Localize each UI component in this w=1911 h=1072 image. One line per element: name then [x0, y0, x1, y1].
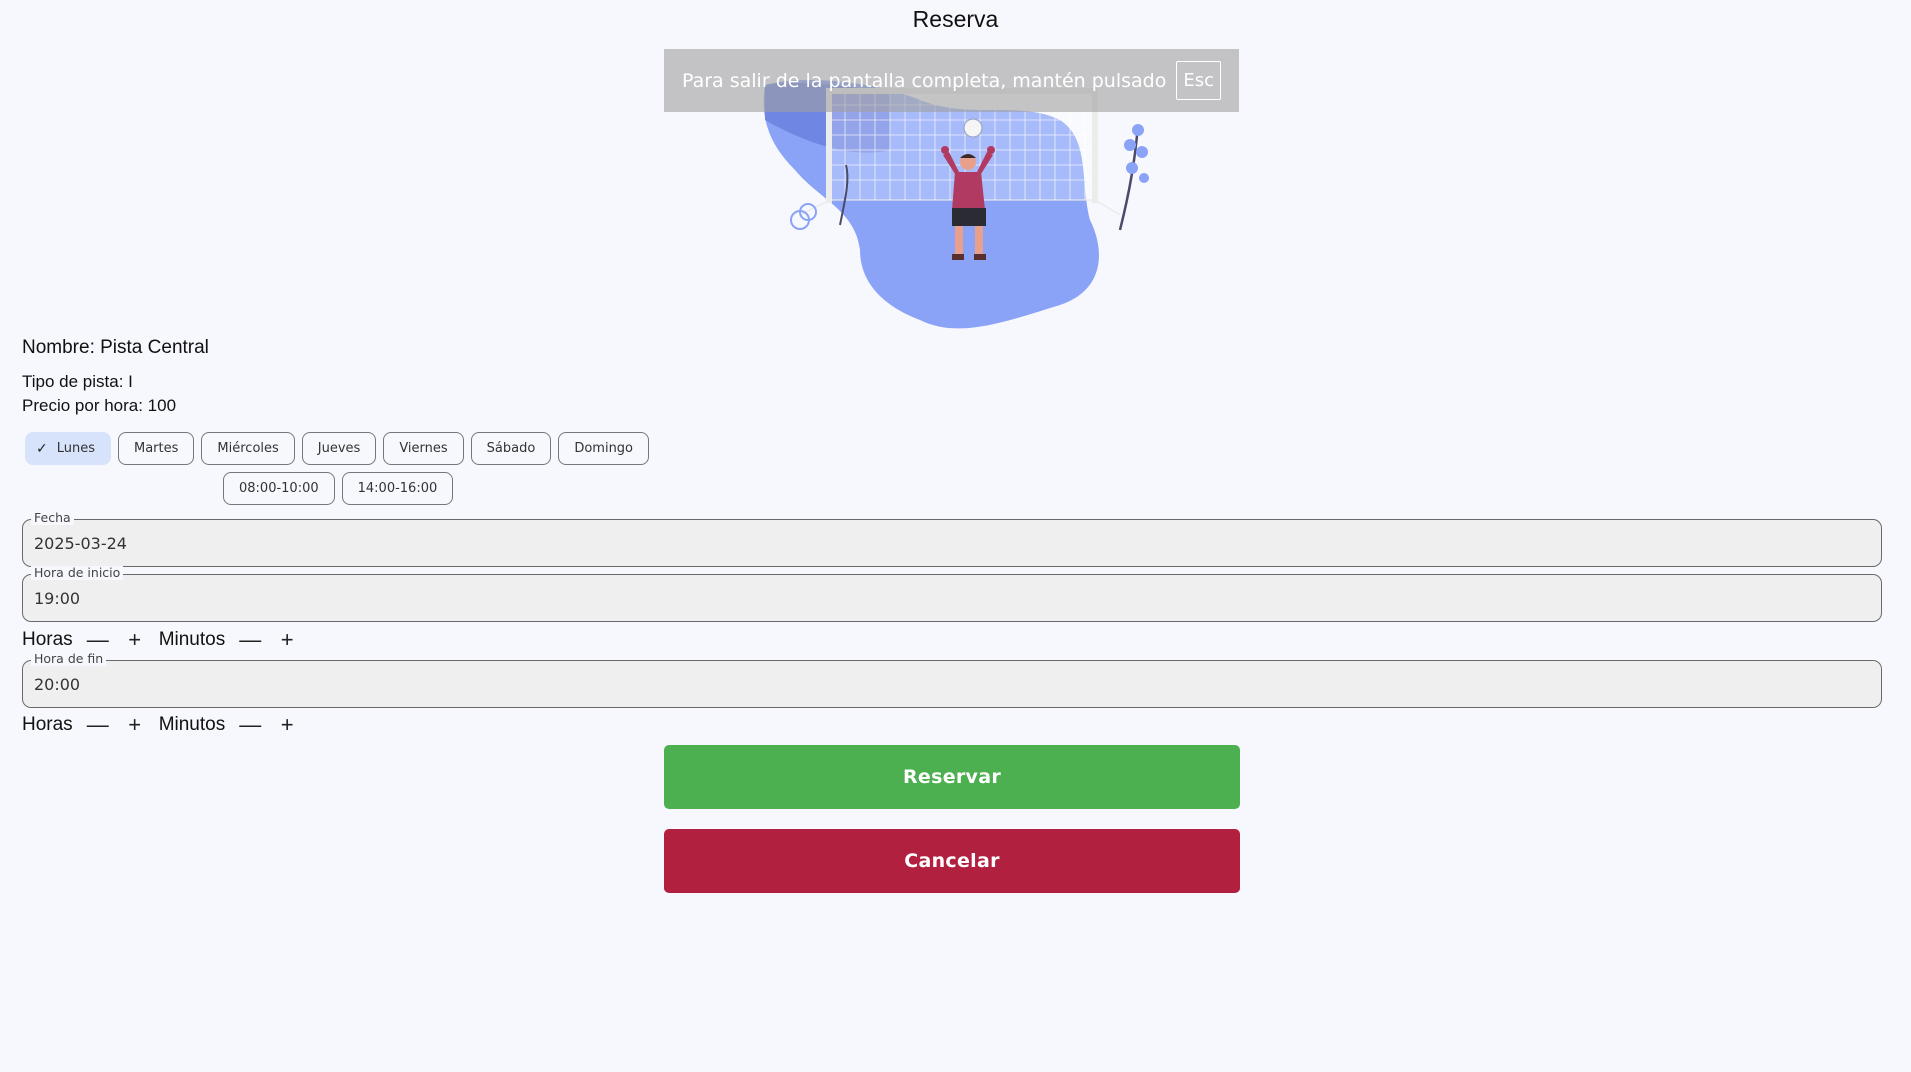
time-slot-label: 08:00-10:00 — [239, 481, 319, 496]
day-chip-label: Lunes — [56, 441, 95, 456]
end-hours-increment-button[interactable]: + — [122, 712, 148, 738]
minutes-label: Minutos — [158, 714, 226, 735]
start-minutes-increment-button[interactable]: + — [274, 627, 300, 653]
date-field-value: 2025-03-24 — [34, 534, 127, 553]
day-chip-label: Sábado — [486, 441, 536, 456]
goalkeeper-illustration — [763, 80, 1149, 329]
day-chip-miercoles[interactable]: Miércoles — [201, 432, 295, 465]
end-time-field[interactable]: Hora de fin 20:00 — [22, 652, 1882, 708]
end-time-stepper: Horas — + Minutos — + — [22, 712, 311, 738]
reservation-screen: Reserva Para salir de la pantalla comple… — [0, 0, 1911, 1072]
end-time-field-label: Hora de fin — [31, 652, 107, 666]
cancel-button[interactable]: Cancelar — [664, 829, 1240, 893]
time-slot-chip[interactable]: 14:00-16:00 — [341, 472, 454, 505]
day-chip-label: Viernes — [399, 441, 448, 456]
day-chip-lunes[interactable]: ✓ Lunes — [25, 432, 111, 465]
court-type: Tipo de pista: I — [22, 372, 133, 391]
day-chip-martes[interactable]: Martes — [118, 432, 195, 465]
hours-label: Horas — [22, 714, 73, 735]
date-field-label: Fecha — [31, 511, 74, 525]
day-filter-chips: ✓ Lunes Martes Miércoles Jueves Viernes … — [25, 432, 650, 465]
court-price: Precio por hora: 100 — [22, 396, 177, 415]
day-chip-jueves[interactable]: Jueves — [301, 432, 377, 465]
start-hours-decrement-button[interactable]: — — [85, 627, 111, 653]
end-minutes-decrement-button[interactable]: — — [237, 712, 263, 738]
day-chip-viernes[interactable]: Viernes — [383, 432, 464, 465]
start-minutes-decrement-button[interactable]: — — [237, 627, 263, 653]
start-hours-increment-button[interactable]: + — [122, 627, 148, 653]
time-slot-label: 14:00-16:00 — [357, 481, 438, 496]
end-time-field-value: 20:00 — [34, 675, 81, 694]
end-minutes-increment-button[interactable]: + — [274, 712, 300, 738]
esc-key-hint: Esc — [1176, 61, 1221, 100]
check-icon: ✓ — [36, 440, 48, 457]
minutes-label: Minutos — [158, 629, 226, 650]
page-title: Reserva — [912, 6, 999, 32]
day-chip-label: Jueves — [317, 441, 361, 456]
start-time-field-label: Hora de inicio — [31, 566, 124, 580]
start-time-stepper: Horas — + Minutos — + — [22, 627, 311, 653]
time-slot-chips: 08:00-10:00 14:00-16:00 — [223, 472, 454, 505]
hours-label: Horas — [22, 629, 73, 650]
fullscreen-toast-message: Para salir de la pantalla completa, mant… — [682, 69, 1167, 92]
date-field[interactable]: Fecha 2025-03-24 — [22, 511, 1882, 567]
reserve-button[interactable]: Reservar — [664, 745, 1240, 809]
day-chip-label: Domingo — [574, 441, 634, 456]
day-chip-label: Martes — [134, 441, 179, 456]
court-name: Nombre: Pista Central — [22, 337, 209, 358]
day-chip-domingo[interactable]: Domingo — [558, 432, 650, 465]
end-hours-decrement-button[interactable]: — — [85, 712, 111, 738]
start-time-field-value: 19:00 — [34, 589, 81, 608]
fullscreen-exit-toast: Para salir de la pantalla completa, mant… — [664, 49, 1239, 112]
day-chip-sabado[interactable]: Sábado — [470, 432, 552, 465]
time-slot-chip[interactable]: 08:00-10:00 — [223, 472, 335, 505]
start-time-field[interactable]: Hora de inicio 19:00 — [22, 566, 1882, 622]
day-chip-label: Miércoles — [217, 441, 279, 456]
